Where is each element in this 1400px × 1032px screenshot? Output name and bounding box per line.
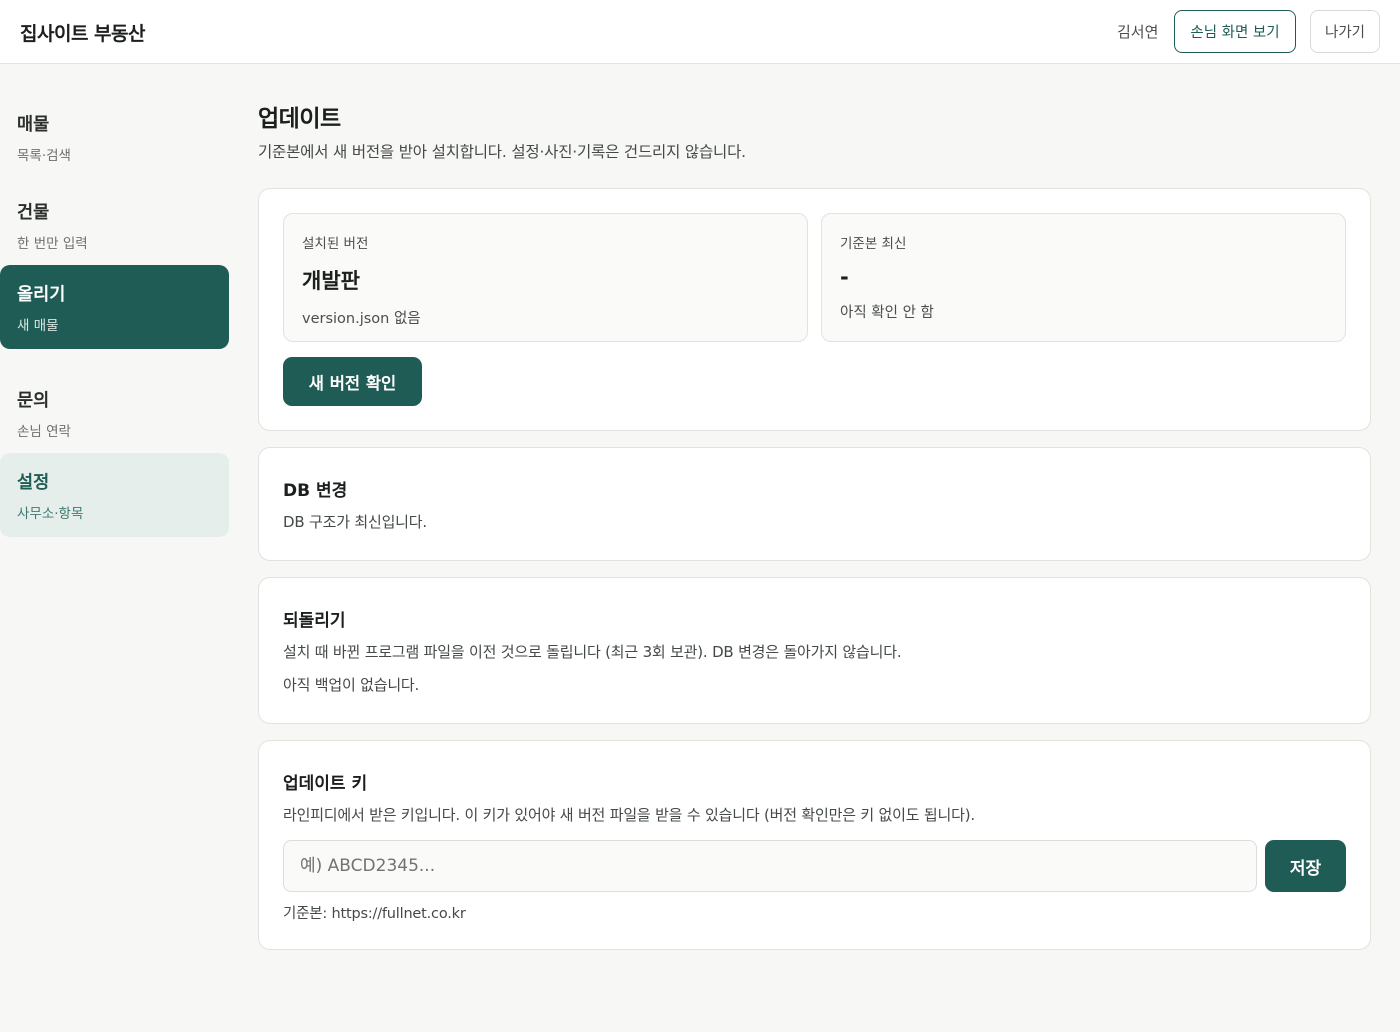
guest-view-button[interactable]: 손님 화면 보기	[1174, 10, 1296, 53]
user-name: 김서연	[1117, 23, 1159, 41]
sidebar-item-listings[interactable]: 매물 목록·검색	[0, 95, 229, 179]
update-key-input[interactable]	[283, 840, 1257, 892]
sidebar-item-title: 매물	[17, 115, 50, 135]
update-key-description: 라인피디에서 받은 키입니다. 이 키가 있어야 새 버전 파일을 받을 수 있…	[283, 806, 975, 824]
version-card: 설치된 버전 개발판 version.json 없음 기준본 최신 - 아직 확…	[258, 188, 1371, 431]
sidebar-item-title: 문의	[17, 391, 50, 411]
latest-version-box: 기준본 최신 - 아직 확인 안 함	[821, 213, 1346, 342]
sidebar-item-subtitle: 손님 연락	[17, 424, 71, 440]
installed-version-box: 설치된 버전 개발판 version.json 없음	[283, 213, 808, 342]
sidebar-item-inquiries[interactable]: 문의 손님 연락	[0, 371, 229, 455]
installed-version-label: 설치된 버전	[302, 236, 369, 252]
latest-version-label: 기준본 최신	[840, 236, 907, 252]
update-key-card: 업데이트 키 라인피디에서 받은 키입니다. 이 키가 있어야 새 버전 파일을…	[258, 740, 1371, 950]
check-new-version-button[interactable]: 새 버전 확인	[283, 357, 422, 406]
sidebar-item-title: 설정	[17, 473, 50, 493]
brand-title: 집사이트 부동산	[20, 23, 145, 45]
sidebar-item-settings[interactable]: 설정 사무소·항목	[0, 453, 229, 537]
latest-version-value: -	[840, 265, 849, 289]
rollback-title: 되돌리기	[283, 611, 346, 631]
sidebar-item-upload[interactable]: 올리기 새 매물	[0, 265, 229, 349]
sidebar-item-title: 건물	[17, 203, 50, 223]
db-change-title: DB 변경	[283, 481, 348, 501]
sidebar-item-subtitle: 목록·검색	[17, 148, 71, 164]
update-key-title: 업데이트 키	[283, 774, 368, 794]
exit-button[interactable]: 나가기	[1310, 10, 1380, 53]
page-description: 기준본에서 새 버전을 받아 설치합니다. 설정·사진·기록은 건드리지 않습니…	[258, 143, 746, 161]
sidebar-item-title: 올리기	[17, 285, 66, 305]
sidebar-item-subtitle: 새 매물	[17, 318, 59, 334]
top-bar: 집사이트 부동산 김서연 손님 화면 보기 나가기	[0, 0, 1400, 64]
rollback-description: 설치 때 바뀐 프로그램 파일을 이전 것으로 돌립니다 (최근 3회 보관).…	[283, 643, 902, 661]
page-title: 업데이트	[258, 106, 341, 132]
base-url-text: 기준본: https://fullnet.co.kr	[283, 906, 466, 922]
installed-version-note: version.json 없음	[302, 311, 421, 327]
sidebar-item-buildings[interactable]: 건물 한 번만 입력	[0, 183, 229, 267]
rollback-status: 아직 백업이 없습니다.	[283, 676, 420, 694]
installed-version-value: 개발판	[302, 269, 360, 293]
sidebar-item-subtitle: 사무소·항목	[17, 506, 84, 522]
db-change-card: DB 변경 DB 구조가 최신입니다.	[258, 447, 1371, 561]
latest-version-note: 아직 확인 안 함	[840, 305, 934, 321]
save-button[interactable]: 저장	[1265, 840, 1346, 892]
rollback-card: 되돌리기 설치 때 바뀐 프로그램 파일을 이전 것으로 돌립니다 (최근 3회…	[258, 577, 1371, 724]
sidebar-item-subtitle: 한 번만 입력	[17, 236, 88, 252]
db-change-status: DB 구조가 최신입니다.	[283, 513, 427, 531]
